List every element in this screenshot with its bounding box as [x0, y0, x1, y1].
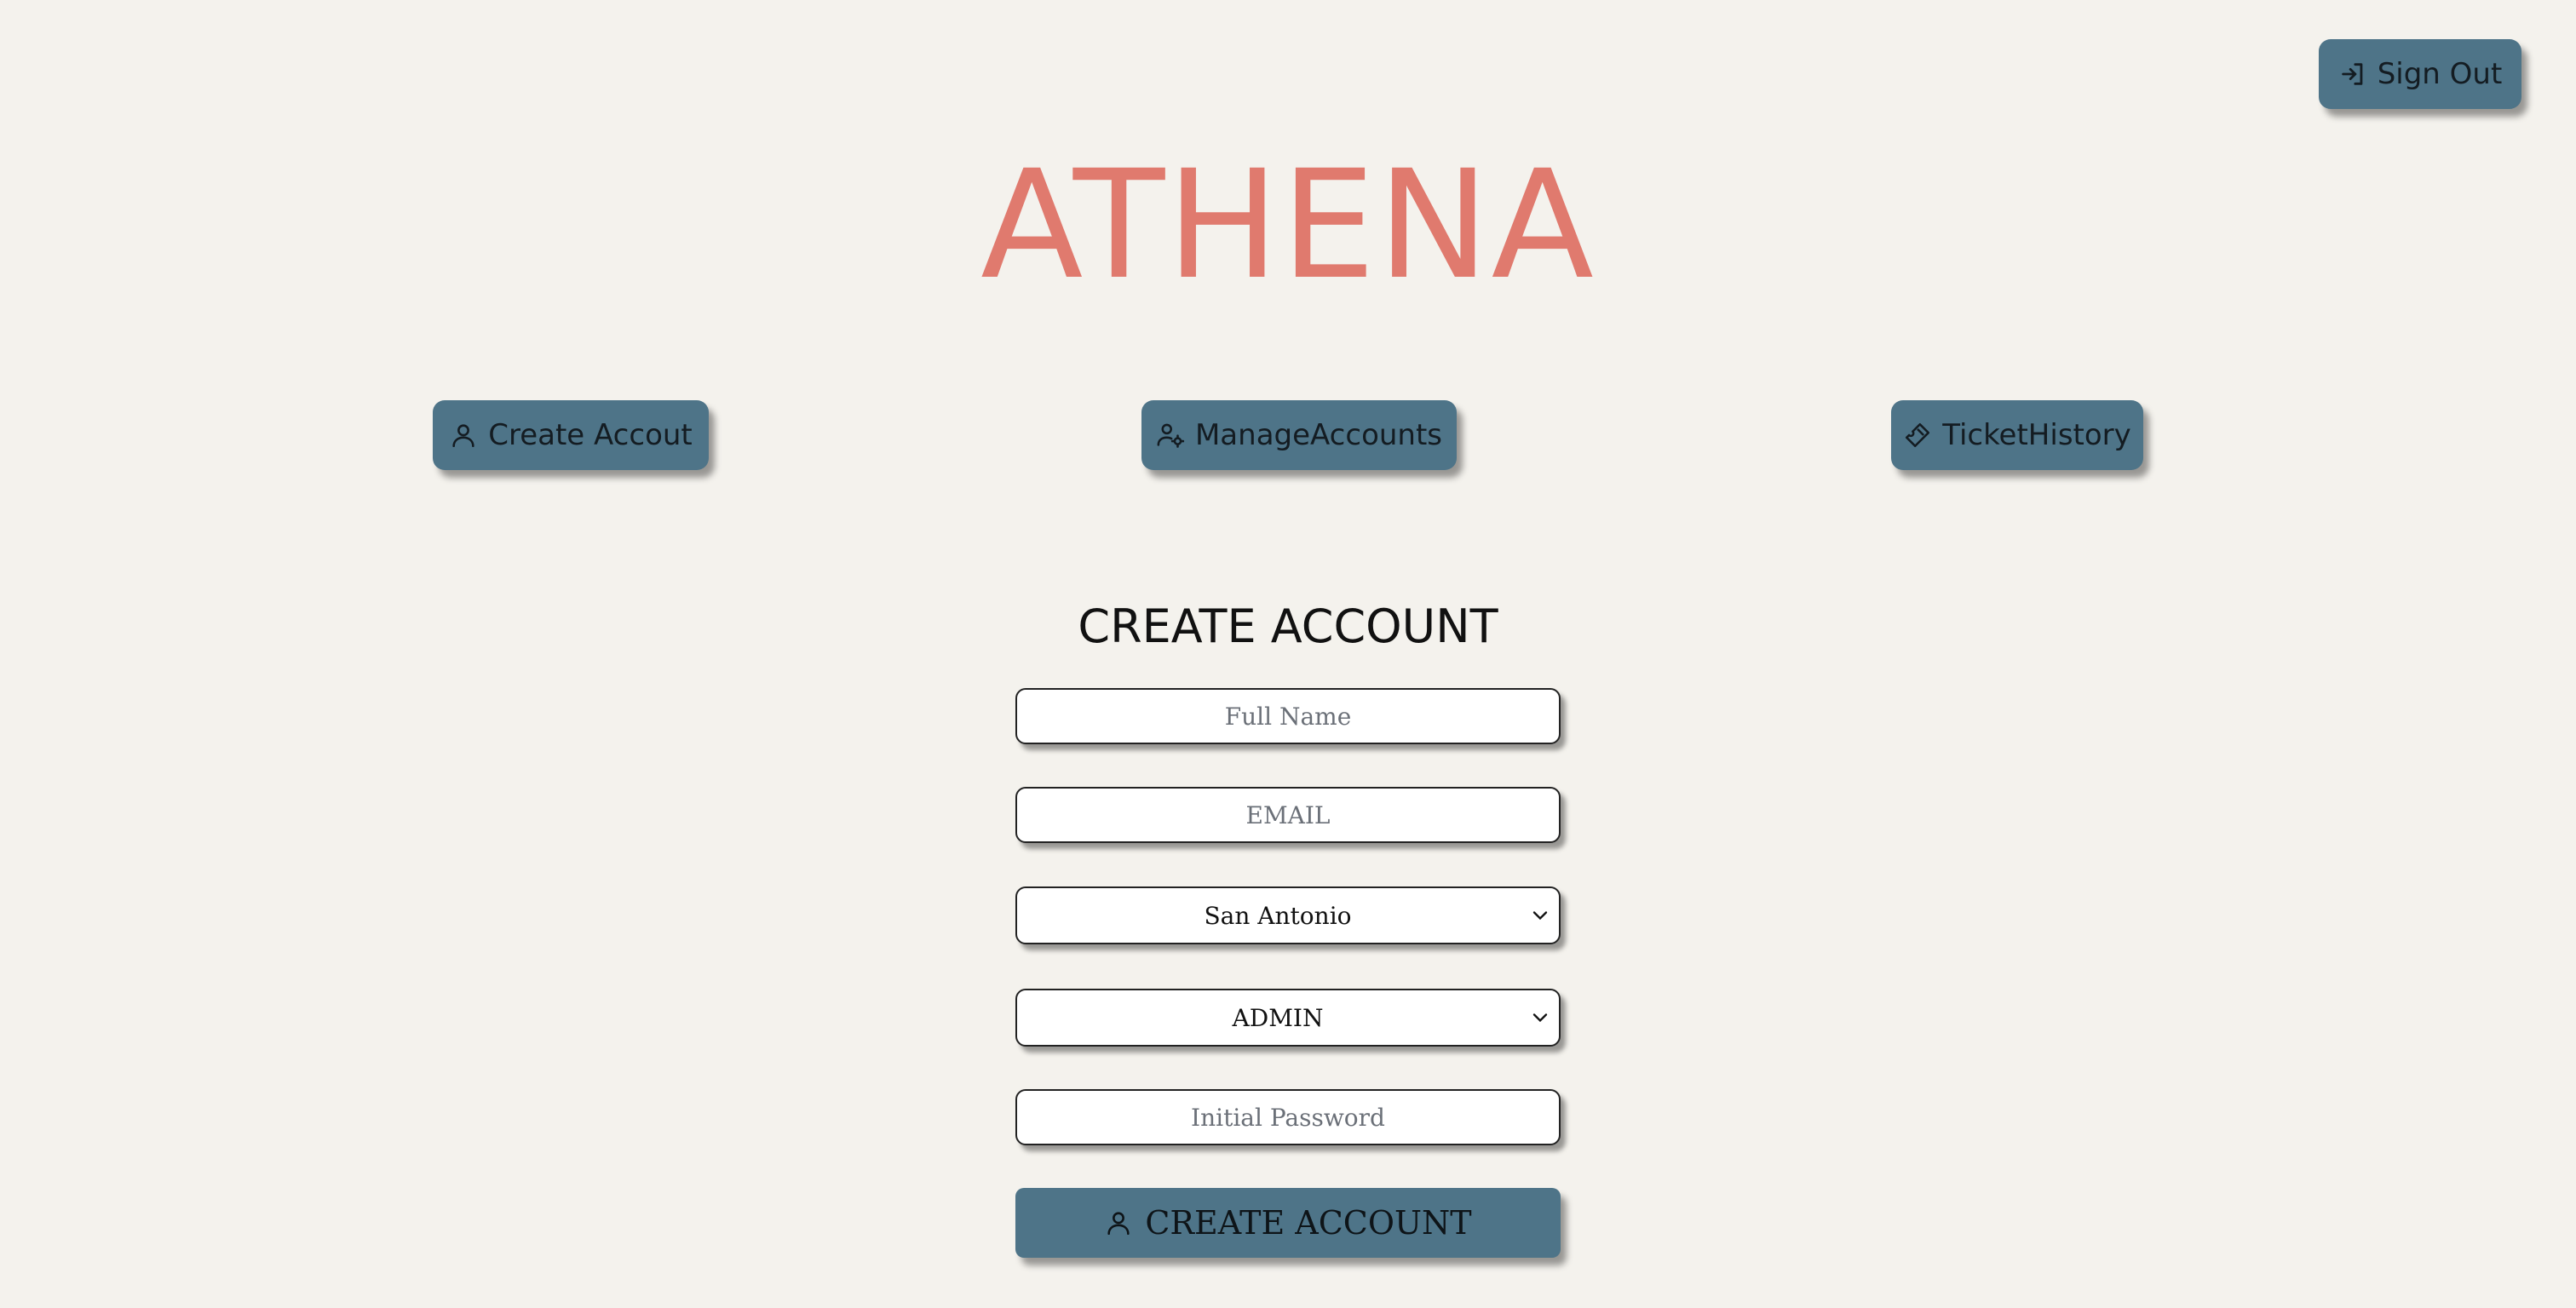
page: Sign Out ATHENA Create Accout ManageAcco…: [0, 0, 2576, 1308]
nav-ticket-history-button[interactable]: TicketHistory: [1891, 400, 2143, 470]
chevron-down-icon: [1528, 1006, 1552, 1030]
nav-manage-accounts-label: ManageAccounts: [1194, 418, 1443, 452]
user-icon: [1104, 1208, 1133, 1237]
ticket-icon: [1903, 421, 1932, 450]
full-name-input[interactable]: [1015, 688, 1561, 744]
nav-manage-accounts-button[interactable]: ManageAccounts: [1141, 400, 1457, 470]
sign-out-button[interactable]: Sign Out: [2319, 39, 2521, 109]
city-select[interactable]: San Antonio: [1015, 886, 1561, 944]
nav-ticket-history-label: TicketHistory: [1942, 418, 2131, 452]
nav-create-account-label: Create Accout: [488, 418, 693, 452]
email-input[interactable]: [1015, 787, 1561, 843]
initial-password-input[interactable]: [1015, 1089, 1561, 1145]
role-select[interactable]: ADMIN: [1015, 989, 1561, 1047]
chevron-down-icon: [1528, 904, 1552, 927]
create-account-submit-button[interactable]: CREATE ACCOUNT: [1015, 1188, 1561, 1258]
app-logo: ATHENA: [980, 138, 1596, 313]
user-icon: [449, 421, 478, 450]
sign-out-label: Sign Out: [2377, 57, 2503, 91]
form-title: CREATE ACCOUNT: [1078, 600, 1498, 653]
users-gear-icon: [1156, 421, 1185, 450]
role-select-value: ADMIN: [1232, 1003, 1324, 1032]
create-account-submit-label: CREATE ACCOUNT: [1145, 1204, 1472, 1242]
nav-create-account-button[interactable]: Create Accout: [433, 400, 709, 470]
sign-out-icon: [2338, 60, 2367, 89]
city-select-value: San Antonio: [1204, 901, 1352, 930]
